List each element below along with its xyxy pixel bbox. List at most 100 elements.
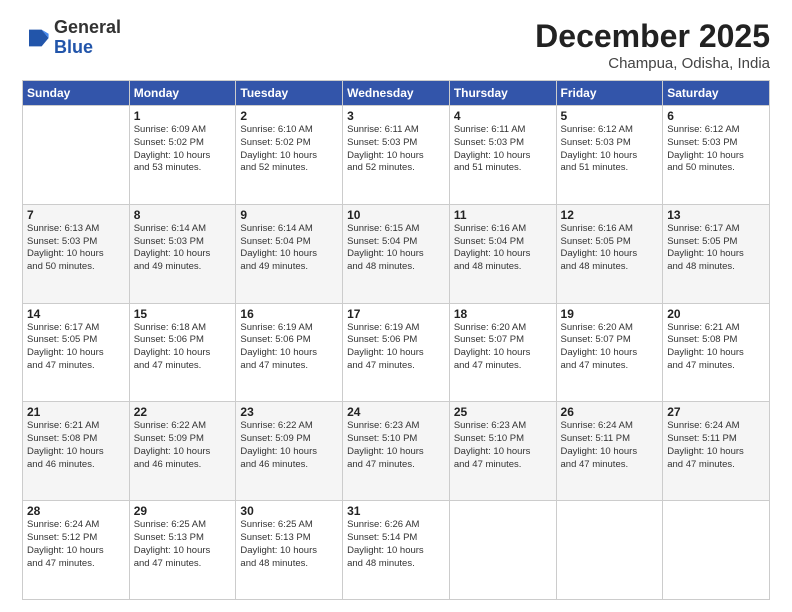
- day-info: Sunrise: 6:15 AMSunset: 5:04 PMDaylight:…: [347, 223, 445, 274]
- day-number: 15: [134, 307, 232, 321]
- calendar-cell: 14Sunrise: 6:17 AMSunset: 5:05 PMDayligh…: [23, 303, 130, 402]
- day-info: Sunrise: 6:09 AMSunset: 5:02 PMDaylight:…: [134, 124, 232, 175]
- day-info: Sunrise: 6:21 AMSunset: 5:08 PMDaylight:…: [667, 322, 765, 373]
- day-info: Sunrise: 6:23 AMSunset: 5:10 PMDaylight:…: [347, 420, 445, 471]
- day-number: 20: [667, 307, 765, 321]
- day-info: Sunrise: 6:25 AMSunset: 5:13 PMDaylight:…: [134, 519, 232, 570]
- calendar-cell: 1Sunrise: 6:09 AMSunset: 5:02 PMDaylight…: [129, 106, 236, 205]
- header: General Blue December 2025 Champua, Odis…: [22, 18, 770, 72]
- day-info: Sunrise: 6:17 AMSunset: 5:05 PMDaylight:…: [667, 223, 765, 274]
- calendar-cell: [23, 106, 130, 205]
- day-info: Sunrise: 6:12 AMSunset: 5:03 PMDaylight:…: [667, 124, 765, 175]
- day-number: 5: [561, 109, 659, 123]
- day-number: 12: [561, 208, 659, 222]
- calendar-cell: 15Sunrise: 6:18 AMSunset: 5:06 PMDayligh…: [129, 303, 236, 402]
- week-row-1: 1Sunrise: 6:09 AMSunset: 5:02 PMDaylight…: [23, 106, 770, 205]
- calendar-cell: 13Sunrise: 6:17 AMSunset: 5:05 PMDayligh…: [663, 204, 770, 303]
- calendar-cell: 24Sunrise: 6:23 AMSunset: 5:10 PMDayligh…: [343, 402, 450, 501]
- day-info: Sunrise: 6:13 AMSunset: 5:03 PMDaylight:…: [27, 223, 125, 274]
- day-number: 3: [347, 109, 445, 123]
- day-number: 10: [347, 208, 445, 222]
- day-number: 27: [667, 405, 765, 419]
- calendar-cell: 27Sunrise: 6:24 AMSunset: 5:11 PMDayligh…: [663, 402, 770, 501]
- day-info: Sunrise: 6:19 AMSunset: 5:06 PMDaylight:…: [347, 322, 445, 373]
- calendar-cell: 22Sunrise: 6:22 AMSunset: 5:09 PMDayligh…: [129, 402, 236, 501]
- day-number: 4: [454, 109, 552, 123]
- calendar-cell: 26Sunrise: 6:24 AMSunset: 5:11 PMDayligh…: [556, 402, 663, 501]
- weekday-header-monday: Monday: [129, 81, 236, 106]
- day-info: Sunrise: 6:20 AMSunset: 5:07 PMDaylight:…: [561, 322, 659, 373]
- weekday-header-wednesday: Wednesday: [343, 81, 450, 106]
- calendar-cell: 28Sunrise: 6:24 AMSunset: 5:12 PMDayligh…: [23, 501, 130, 600]
- day-info: Sunrise: 6:16 AMSunset: 5:04 PMDaylight:…: [454, 223, 552, 274]
- calendar-cell: 21Sunrise: 6:21 AMSunset: 5:08 PMDayligh…: [23, 402, 130, 501]
- day-info: Sunrise: 6:21 AMSunset: 5:08 PMDaylight:…: [27, 420, 125, 471]
- day-number: 18: [454, 307, 552, 321]
- calendar-cell: 6Sunrise: 6:12 AMSunset: 5:03 PMDaylight…: [663, 106, 770, 205]
- calendar-cell: 3Sunrise: 6:11 AMSunset: 5:03 PMDaylight…: [343, 106, 450, 205]
- day-number: 21: [27, 405, 125, 419]
- calendar-cell: 23Sunrise: 6:22 AMSunset: 5:09 PMDayligh…: [236, 402, 343, 501]
- day-number: 8: [134, 208, 232, 222]
- calendar-cell: 8Sunrise: 6:14 AMSunset: 5:03 PMDaylight…: [129, 204, 236, 303]
- day-info: Sunrise: 6:10 AMSunset: 5:02 PMDaylight:…: [240, 124, 338, 175]
- weekday-header-saturday: Saturday: [663, 81, 770, 106]
- calendar: SundayMondayTuesdayWednesdayThursdayFrid…: [22, 80, 770, 600]
- day-info: Sunrise: 6:24 AMSunset: 5:12 PMDaylight:…: [27, 519, 125, 570]
- calendar-cell: 4Sunrise: 6:11 AMSunset: 5:03 PMDaylight…: [449, 106, 556, 205]
- logo-general: General: [54, 18, 121, 38]
- month-title: December 2025: [535, 18, 770, 55]
- location: Champua, Odisha, India: [535, 55, 770, 72]
- day-info: Sunrise: 6:12 AMSunset: 5:03 PMDaylight:…: [561, 124, 659, 175]
- calendar-cell: 5Sunrise: 6:12 AMSunset: 5:03 PMDaylight…: [556, 106, 663, 205]
- day-info: Sunrise: 6:17 AMSunset: 5:05 PMDaylight:…: [27, 322, 125, 373]
- calendar-cell: 11Sunrise: 6:16 AMSunset: 5:04 PMDayligh…: [449, 204, 556, 303]
- day-number: 31: [347, 504, 445, 518]
- calendar-cell: 10Sunrise: 6:15 AMSunset: 5:04 PMDayligh…: [343, 204, 450, 303]
- day-number: 11: [454, 208, 552, 222]
- calendar-cell: 9Sunrise: 6:14 AMSunset: 5:04 PMDaylight…: [236, 204, 343, 303]
- day-number: 29: [134, 504, 232, 518]
- day-info: Sunrise: 6:25 AMSunset: 5:13 PMDaylight:…: [240, 519, 338, 570]
- day-info: Sunrise: 6:11 AMSunset: 5:03 PMDaylight:…: [454, 124, 552, 175]
- weekday-header-row: SundayMondayTuesdayWednesdayThursdayFrid…: [23, 81, 770, 106]
- day-info: Sunrise: 6:24 AMSunset: 5:11 PMDaylight:…: [561, 420, 659, 471]
- day-info: Sunrise: 6:11 AMSunset: 5:03 PMDaylight:…: [347, 124, 445, 175]
- day-number: 24: [347, 405, 445, 419]
- logo: General Blue: [22, 18, 121, 58]
- calendar-cell: [663, 501, 770, 600]
- calendar-cell: [449, 501, 556, 600]
- weekday-header-friday: Friday: [556, 81, 663, 106]
- week-row-5: 28Sunrise: 6:24 AMSunset: 5:12 PMDayligh…: [23, 501, 770, 600]
- day-info: Sunrise: 6:16 AMSunset: 5:05 PMDaylight:…: [561, 223, 659, 274]
- calendar-cell: 31Sunrise: 6:26 AMSunset: 5:14 PMDayligh…: [343, 501, 450, 600]
- title-block: December 2025 Champua, Odisha, India: [535, 18, 770, 72]
- logo-icon: [22, 24, 50, 52]
- day-number: 9: [240, 208, 338, 222]
- week-row-3: 14Sunrise: 6:17 AMSunset: 5:05 PMDayligh…: [23, 303, 770, 402]
- day-info: Sunrise: 6:26 AMSunset: 5:14 PMDaylight:…: [347, 519, 445, 570]
- day-number: 6: [667, 109, 765, 123]
- day-number: 30: [240, 504, 338, 518]
- calendar-cell: 2Sunrise: 6:10 AMSunset: 5:02 PMDaylight…: [236, 106, 343, 205]
- day-info: Sunrise: 6:19 AMSunset: 5:06 PMDaylight:…: [240, 322, 338, 373]
- calendar-cell: 12Sunrise: 6:16 AMSunset: 5:05 PMDayligh…: [556, 204, 663, 303]
- weekday-header-tuesday: Tuesday: [236, 81, 343, 106]
- day-number: 22: [134, 405, 232, 419]
- day-number: 7: [27, 208, 125, 222]
- calendar-cell: 29Sunrise: 6:25 AMSunset: 5:13 PMDayligh…: [129, 501, 236, 600]
- logo-blue: Blue: [54, 38, 121, 58]
- day-info: Sunrise: 6:22 AMSunset: 5:09 PMDaylight:…: [134, 420, 232, 471]
- day-info: Sunrise: 6:24 AMSunset: 5:11 PMDaylight:…: [667, 420, 765, 471]
- calendar-cell: 16Sunrise: 6:19 AMSunset: 5:06 PMDayligh…: [236, 303, 343, 402]
- day-info: Sunrise: 6:14 AMSunset: 5:04 PMDaylight:…: [240, 223, 338, 274]
- day-info: Sunrise: 6:18 AMSunset: 5:06 PMDaylight:…: [134, 322, 232, 373]
- calendar-cell: 18Sunrise: 6:20 AMSunset: 5:07 PMDayligh…: [449, 303, 556, 402]
- day-number: 23: [240, 405, 338, 419]
- day-number: 28: [27, 504, 125, 518]
- logo-text: General Blue: [54, 18, 121, 58]
- day-number: 17: [347, 307, 445, 321]
- page: General Blue December 2025 Champua, Odis…: [0, 0, 792, 612]
- calendar-cell: 17Sunrise: 6:19 AMSunset: 5:06 PMDayligh…: [343, 303, 450, 402]
- calendar-cell: 19Sunrise: 6:20 AMSunset: 5:07 PMDayligh…: [556, 303, 663, 402]
